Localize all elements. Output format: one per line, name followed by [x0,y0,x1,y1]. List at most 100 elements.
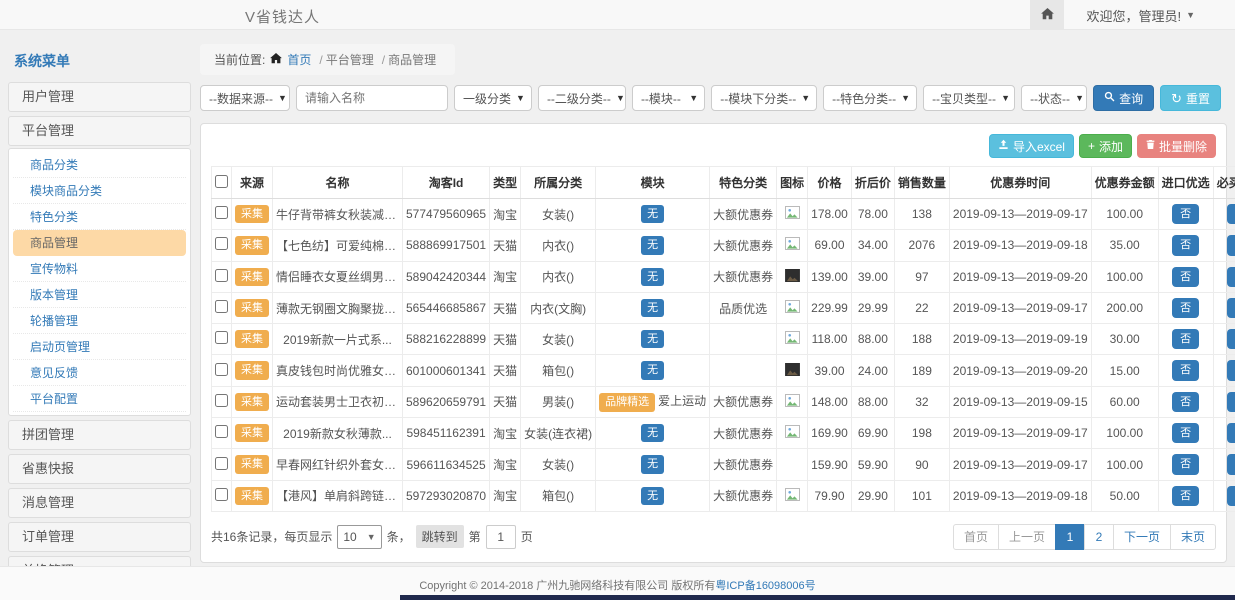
row-checkbox[interactable] [215,488,228,501]
jump-button[interactable]: 跳转到 [416,525,464,548]
page-button-1[interactable]: 1 [1055,524,1085,550]
status-select[interactable]: --状态--▼ [1021,85,1087,111]
breadcrumb-home-link[interactable]: 首页 [287,51,311,68]
user-menu[interactable]: 欢迎您，管理员! ▼ [1064,6,1235,25]
page-button-2[interactable]: 2 [1084,524,1114,550]
column-header: 必买清单 [1213,167,1235,199]
sidebar-item-8[interactable]: 意见反馈 [13,360,186,386]
reset-button[interactable]: ↻ 重置 [1160,85,1221,111]
column-header: 折后价 [851,167,894,199]
must-buy-toggle[interactable]: 否 [1227,204,1235,224]
row-checkbox[interactable] [215,300,228,313]
row-checkbox[interactable] [215,457,228,470]
breadcrumb-prefix: 当前位置: [214,51,265,68]
taoke-id: 588216228899 [403,324,490,355]
import-select-toggle[interactable]: 否 [1172,267,1199,287]
must-buy-toggle[interactable]: 否 [1227,454,1235,474]
level2-category-select[interactable]: --二级分类--▼ [538,85,626,111]
platform-type: 淘宝 [490,199,521,230]
must-buy-toggle[interactable]: 否 [1227,392,1235,412]
sidebar-group-2[interactable]: 拼团管理 [8,420,191,450]
category: 内衣() [521,230,596,261]
module-sub-select[interactable]: --模块下分类--▼ [711,85,817,111]
must-buy-toggle[interactable]: 否 [1227,267,1235,287]
coupon-amount: 15.00 [1091,355,1158,386]
coupon-amount: 100.00 [1091,418,1158,449]
name-search-input[interactable] [296,85,448,111]
icon-cell [777,355,808,386]
module-select[interactable]: --模块--▼ [632,85,705,111]
sidebar-item-0[interactable]: 商品分类 [13,152,186,178]
import-select-toggle[interactable]: 否 [1172,235,1199,255]
level1-category-select[interactable]: 一级分类▼ [454,85,532,111]
feature-category-select[interactable]: --特色分类--▼ [823,85,917,111]
sidebar-item-7[interactable]: 启动页管理 [13,334,186,360]
must-buy-toggle[interactable]: 否 [1227,235,1235,255]
must-buy-toggle[interactable]: 否 [1227,360,1235,380]
batch-delete-button[interactable]: 批量删除 [1137,134,1216,158]
column-header: 进口优选 [1158,167,1213,199]
import-select-toggle[interactable]: 否 [1172,298,1199,318]
sidebar-group-3[interactable]: 省惠快报 [8,454,191,484]
search-button[interactable]: 查询 [1093,85,1154,111]
module-text: 爱上运动 [658,394,706,408]
row-checkbox[interactable] [215,425,228,438]
sidebar-group-1[interactable]: 平台管理 [8,116,191,146]
price: 169.90 [808,418,852,449]
discount-price: 34.00 [851,230,894,261]
product-name: 真皮钱包时尚优雅女士... [273,355,403,386]
row-checkbox[interactable] [215,363,228,376]
sidebar-group-6[interactable]: 兑换管理 [8,556,191,566]
row-checkbox[interactable] [215,394,228,407]
import-select-toggle[interactable]: 否 [1172,423,1199,443]
sidebar-group-0[interactable]: 用户管理 [8,82,191,112]
sales-count: 188 [894,324,949,355]
must-buy-toggle[interactable]: 否 [1227,423,1235,443]
import-select-toggle[interactable]: 否 [1172,360,1199,380]
sidebar-item-9[interactable]: 平台配置 [13,386,186,412]
page-button-末页[interactable]: 末页 [1170,524,1216,550]
row-checkbox[interactable] [215,331,228,344]
data-source-select[interactable]: --数据来源--▼ [200,85,290,111]
import-select-toggle[interactable]: 否 [1172,392,1199,412]
taoke-id: 577479560965 [403,199,490,230]
platform-type: 淘宝 [490,418,521,449]
row-checkbox[interactable] [215,269,228,282]
sidebar-item-2[interactable]: 特色分类 [13,204,186,230]
sidebar-item-4[interactable]: 宣传物料 [13,256,186,282]
home-button[interactable] [1030,0,1064,30]
sidebar-group-4[interactable]: 消息管理 [8,488,191,518]
import-select-toggle[interactable]: 否 [1172,329,1199,349]
import-select-cell: 否 [1158,324,1213,355]
sidebar-group-5[interactable]: 订单管理 [8,522,191,552]
import-select-toggle[interactable]: 否 [1172,454,1199,474]
import-select-toggle[interactable]: 否 [1172,486,1199,506]
item-type-select[interactable]: --宝贝类型--▼ [923,85,1015,111]
source-cell: 采集 [232,230,273,261]
row-checkbox[interactable] [215,237,228,250]
page-size-select[interactable]: 10 ▼ [337,525,381,549]
sidebar-item-6[interactable]: 轮播管理 [13,308,186,334]
select-all-checkbox[interactable] [215,175,228,188]
add-button[interactable]: + 添加 [1079,134,1132,158]
sidebar-item-5[interactable]: 版本管理 [13,282,186,308]
icon-cell [777,480,808,511]
icp-link[interactable]: 粤ICP备16098006号 [715,580,815,592]
discount-price: 88.00 [851,324,894,355]
must-buy-toggle[interactable]: 否 [1227,298,1235,318]
must-buy-toggle[interactable]: 否 [1227,329,1235,349]
module-cell: 无 [596,292,710,323]
import-excel-button[interactable]: 导入excel [989,134,1074,158]
sidebar-item-1[interactable]: 模块商品分类 [13,178,186,204]
sidebar-item-3[interactable]: 商品管理 [13,230,186,256]
page-number-input[interactable] [486,525,516,549]
source-badge: 采集 [235,455,269,473]
sidebar-menu: 用户管理平台管理商品分类模块商品分类特色分类商品管理宣传物料版本管理轮播管理启动… [8,82,191,566]
icon-cell [777,292,808,323]
module-badge: 无 [641,205,664,223]
row-checkbox[interactable] [215,206,228,219]
must-buy-toggle[interactable]: 否 [1227,486,1235,506]
page-button-下一页[interactable]: 下一页 [1113,524,1171,550]
import-select-toggle[interactable]: 否 [1172,204,1199,224]
source-cell: 采集 [232,386,273,417]
